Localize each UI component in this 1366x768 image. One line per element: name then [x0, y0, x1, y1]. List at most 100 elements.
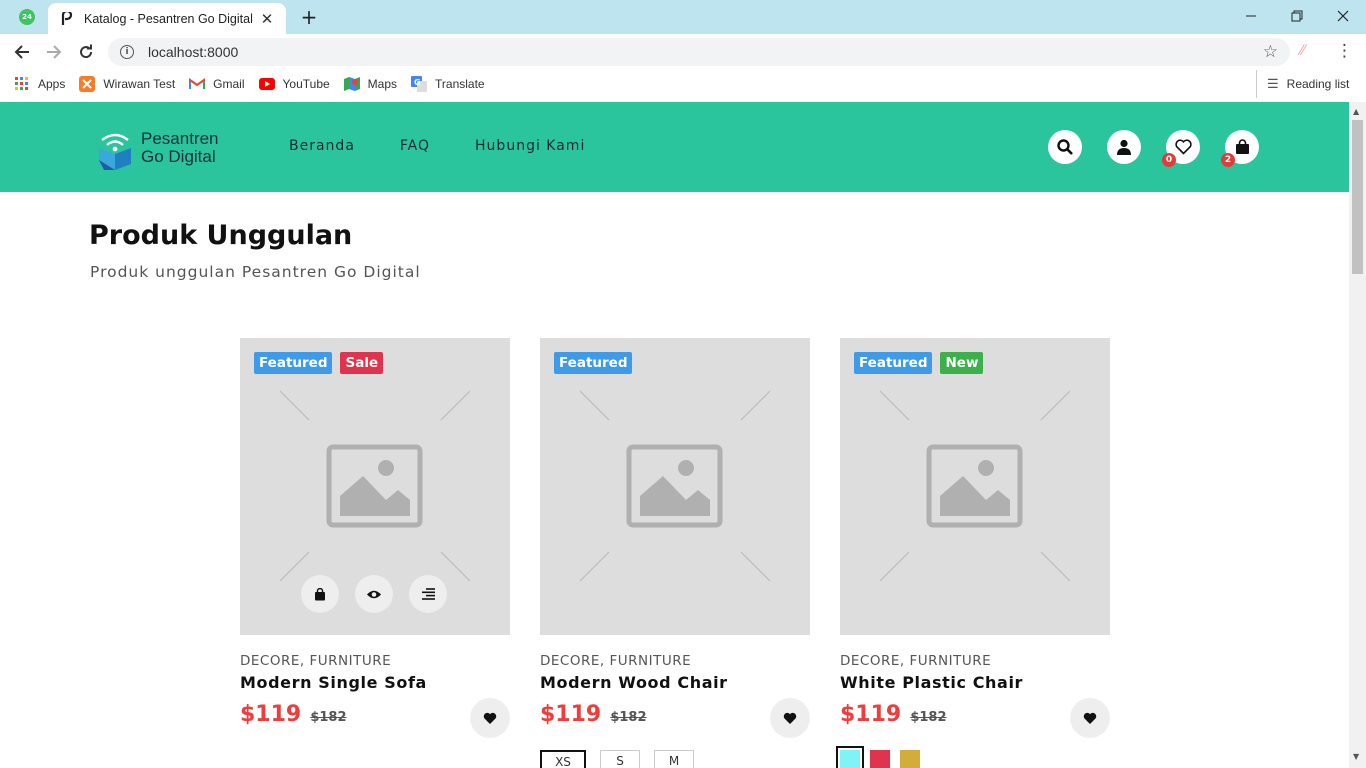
nav-beranda[interactable]: Beranda: [289, 138, 355, 154]
product-card[interactable]: Featured DECORE, FURNITURE Modern Wood C…: [540, 338, 810, 768]
add-to-cart-button[interactable]: [301, 575, 339, 613]
reading-list-button[interactable]: ☰ Reading list: [1256, 70, 1349, 98]
url-text[interactable]: localhost:8000: [148, 44, 1263, 60]
product-price: $119: [240, 702, 302, 727]
site-logo[interactable]: Pesantren Go Digital: [98, 126, 219, 170]
quick-view-button[interactable]: [355, 575, 393, 613]
nav-hubungi-kami[interactable]: Hubungi Kami: [475, 138, 585, 154]
forward-button[interactable]: [42, 40, 66, 64]
address-bar[interactable]: i localhost:8000 ☆: [108, 38, 1290, 66]
new-tab-button[interactable]: +: [298, 5, 320, 29]
reading-list-icon: ☰: [1267, 76, 1279, 91]
product-category[interactable]: DECORE, FURNITURE: [540, 653, 810, 669]
new-badge: New: [940, 352, 984, 374]
add-to-wishlist-button[interactable]: [770, 698, 810, 738]
product-image[interactable]: Featured New: [840, 338, 1110, 635]
product-card[interactable]: Featured Sale DECORE, FURNITURE Modern S…: [240, 338, 510, 738]
featured-badge: Featured: [254, 352, 333, 374]
tab-katalog[interactable]: Katalog - Pesantren Go Digital ✕: [48, 3, 286, 34]
bookmark-label: YouTube: [282, 77, 330, 91]
heart-icon: [783, 712, 797, 724]
tab-title: Katalog - Pesantren Go Digital: [84, 11, 253, 26]
bookmark-youtube[interactable]: YouTube: [258, 76, 330, 92]
color-swatch-red[interactable]: [870, 750, 890, 768]
bookmark-maps[interactable]: Maps: [343, 76, 397, 92]
product-old-price: $182: [610, 710, 647, 725]
product-category[interactable]: DECORE, FURNITURE: [240, 653, 510, 669]
compare-button[interactable]: [409, 575, 447, 613]
browser-toolbar: i localhost:8000 ☆ ⁄⁄ ⋮: [0, 34, 1366, 70]
heart-icon: [483, 712, 497, 724]
product-price-row: $119 $182: [840, 698, 1110, 738]
product-name[interactable]: Modern Single Sofa: [240, 673, 510, 692]
bookmark-apps[interactable]: Apps: [14, 76, 65, 92]
bookmark-translate[interactable]: G Translate: [411, 76, 485, 92]
restore-button[interactable]: [1274, 4, 1320, 28]
tab-close-icon[interactable]: ✕: [258, 10, 276, 28]
svg-text:G: G: [414, 78, 421, 87]
page-scrollbar[interactable]: ▲ ▼: [1349, 102, 1366, 768]
bookmark-wirawan-test[interactable]: Wirawan Test: [79, 76, 175, 92]
wishlist-button[interactable]: 0: [1162, 130, 1200, 167]
main-nav: Beranda FAQ Hubungi Kami: [289, 138, 630, 154]
bookmark-star-icon[interactable]: ☆: [1263, 42, 1278, 62]
scroll-up-arrow-icon[interactable]: ▲: [1353, 107, 1359, 116]
header-actions: 0 2: [1048, 130, 1284, 167]
size-option-xs[interactable]: XS: [540, 750, 586, 768]
site-favicon-icon: [60, 11, 74, 26]
product-image[interactable]: Featured: [540, 338, 810, 635]
scroll-down-arrow-icon[interactable]: ▼: [1353, 752, 1359, 761]
add-to-wishlist-button[interactable]: [1070, 698, 1110, 738]
color-swatch-gold[interactable]: [900, 750, 920, 768]
search-icon: [1057, 139, 1073, 155]
extension-icon[interactable]: ⁄⁄: [1300, 43, 1305, 59]
product-name[interactable]: Modern Wood Chair: [540, 673, 810, 692]
logo-text: Pesantren Go Digital: [141, 130, 219, 166]
size-options: XS S M: [540, 750, 810, 768]
site-info-icon[interactable]: i: [120, 45, 134, 59]
product-badges: Featured Sale: [254, 352, 391, 374]
product-price: $119: [840, 702, 902, 727]
close-window-button[interactable]: [1320, 4, 1366, 28]
apps-grid-icon: [14, 76, 30, 92]
product-image[interactable]: Featured Sale: [240, 338, 510, 635]
search-button[interactable]: [1048, 130, 1082, 164]
cart-count-badge: 2: [1221, 153, 1235, 167]
pinned-tab-whatsapp[interactable]: 24: [10, 6, 44, 28]
shopping-bag-icon: [1235, 139, 1249, 154]
image-placeholder-icon: [879, 390, 1071, 582]
eye-icon: [367, 590, 381, 598]
logo-line-1: Pesantren: [141, 129, 219, 148]
product-name[interactable]: White Plastic Chair: [840, 673, 1110, 692]
back-button[interactable]: [10, 40, 34, 64]
reload-button[interactable]: [74, 40, 98, 64]
nav-faq[interactable]: FAQ: [400, 138, 430, 154]
size-option-s[interactable]: S: [600, 750, 640, 768]
logo-mark-icon: [98, 126, 132, 170]
product-price: $119: [540, 702, 602, 727]
xampp-icon: [79, 76, 96, 92]
bookmark-gmail[interactable]: Gmail: [189, 76, 245, 92]
minimize-button[interactable]: [1228, 4, 1274, 28]
featured-badge: Featured: [854, 352, 933, 374]
add-to-wishlist-button[interactable]: [470, 698, 510, 738]
user-icon: [1117, 139, 1131, 155]
bookmark-label: Apps: [38, 77, 66, 91]
translate-icon: G: [411, 76, 428, 92]
compare-list-icon: [421, 588, 435, 600]
sale-badge: Sale: [340, 352, 384, 374]
cart-button[interactable]: 2: [1221, 130, 1259, 167]
product-card[interactable]: Featured New DECORE, FURNITURE White Pla…: [836, 338, 1110, 768]
account-button[interactable]: [1107, 130, 1141, 164]
size-option-m[interactable]: M: [654, 750, 694, 768]
scroll-thumb[interactable]: [1352, 120, 1363, 274]
section-title: Produk Unggulan: [89, 220, 353, 251]
page-viewport: Pesantren Go Digital Beranda FAQ Hubungi…: [0, 102, 1349, 768]
color-swatch-cyan[interactable]: [836, 746, 864, 768]
product-category[interactable]: DECORE, FURNITURE: [840, 653, 1110, 669]
product-price-row: $119 $182: [540, 698, 810, 738]
browser-menu-icon[interactable]: ⋮: [1336, 41, 1353, 61]
logo-line-2: Go Digital: [141, 147, 216, 166]
youtube-icon: [258, 76, 275, 92]
site-header: Pesantren Go Digital Beranda FAQ Hubungi…: [0, 102, 1349, 192]
